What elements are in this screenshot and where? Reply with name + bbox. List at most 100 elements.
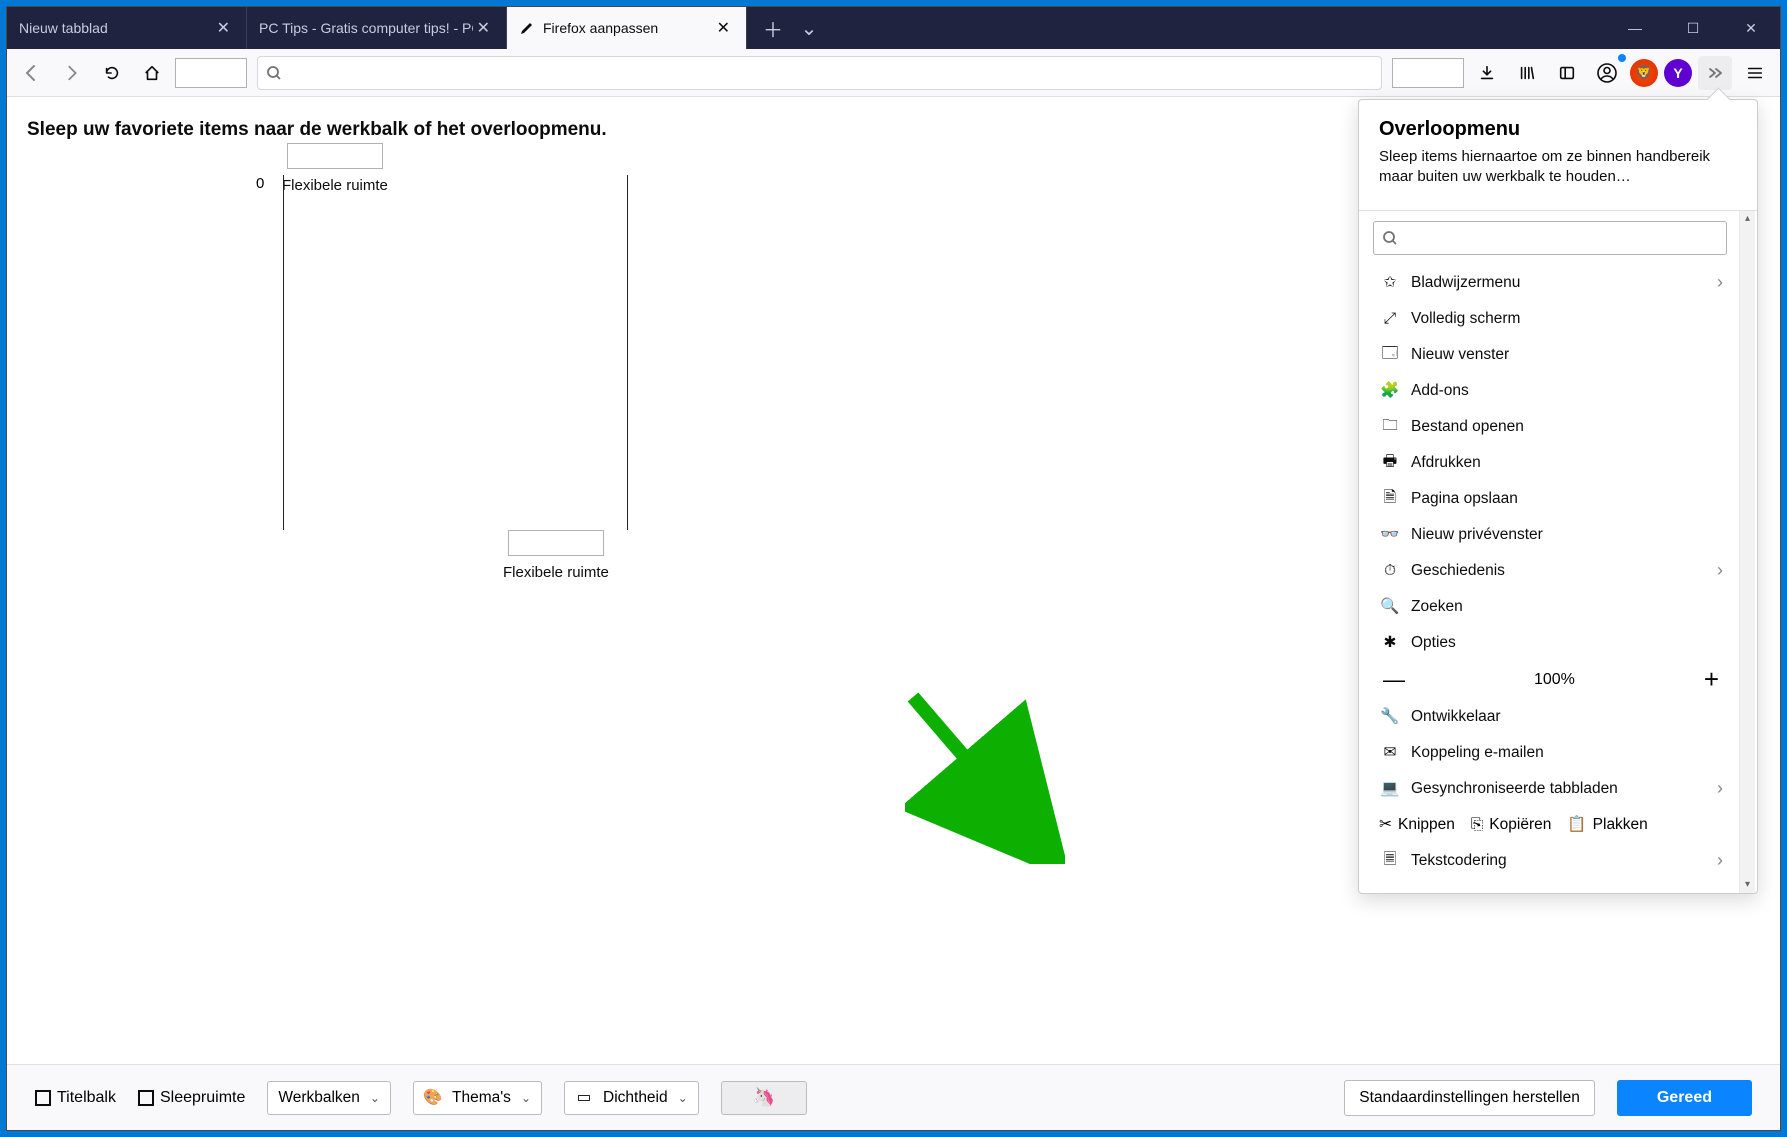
window-close[interactable]: ✕ [1722,7,1780,49]
item-label: Koppeling e-mailen [1411,744,1544,762]
item-label: Kopiëren [1489,816,1551,834]
scroll-up-icon[interactable]: ▴ [1740,211,1755,227]
item-search[interactable]: 🔍Zoeken [1373,589,1729,625]
overflow-title: Overloopmenu [1379,118,1737,141]
window-maximize[interactable]: ☐ [1664,7,1722,49]
done-button[interactable]: Gereed [1617,1080,1752,1116]
button-label: Gereed [1657,1089,1712,1107]
search-icon [266,65,282,81]
overflow-search[interactable] [1373,221,1727,255]
zoom-in-button[interactable]: + [1704,664,1719,695]
copy-button[interactable]: ⎘ Kopiëren [1471,816,1551,834]
search-icon [1382,230,1398,246]
tab-strip: Nieuw tabblad ✕ PC Tips - Gratis compute… [7,7,1780,49]
select-label: Dichtheid [603,1089,668,1107]
item-label: Knippen [1398,816,1455,834]
dragspace-checkbox[interactable]: Sleepruimte [138,1089,245,1107]
library-button[interactable] [1510,56,1544,90]
browser-window: Nieuw tabblad ✕ PC Tips - Gratis compute… [6,6,1781,1131]
item-bookmarks-menu[interactable]: ✩Bladwijzermenu› [1373,265,1729,301]
flex-space-slot-right[interactable] [1392,58,1464,88]
divider-line [627,175,628,530]
themes-select[interactable]: 🎨 Thema's ⌄ [413,1081,542,1115]
tab-label: PC Tips - Gratis computer tips! - PC [259,20,473,36]
restore-defaults-button[interactable]: Standaardinstellingen herstellen [1344,1080,1595,1116]
tab-pctips[interactable]: PC Tips - Gratis computer tips! - PC ✕ [247,7,507,49]
reload-button[interactable] [95,56,129,90]
item-developer[interactable]: 🔧Ontwikkelaar [1373,699,1729,735]
url-bar[interactable] [257,56,1382,90]
item-new-window[interactable]: 🗔Nieuw venster [1373,337,1729,373]
item-label: Bestand openen [1411,418,1524,436]
item-label: Pagina opslaan [1411,490,1518,508]
account-button[interactable] [1590,56,1624,90]
zoom-out-button[interactable]: — [1383,667,1405,693]
flex-space-slot-left[interactable] [175,58,247,88]
flex-space-box [508,530,604,556]
flex-space-item-1[interactable]: Flexibele ruimte [282,143,388,194]
toolbars-select[interactable]: Werkbalken ⌄ [267,1081,391,1115]
search-icon: 🔍 [1379,597,1401,616]
downloads-button[interactable] [1470,56,1504,90]
forward-button[interactable] [55,56,89,90]
extension-yahoo-icon[interactable]: Y [1664,59,1692,87]
close-icon[interactable]: ✕ [213,18,234,38]
item-open-file[interactable]: 🗀Bestand openen [1373,409,1729,445]
scrollbar[interactable]: ▴ ▾ [1739,211,1755,893]
window-minimize[interactable]: — [1606,7,1664,49]
titlebar-checkbox[interactable]: Titelbalk [35,1089,116,1107]
item-addons[interactable]: 🧩 Add-ons [1373,373,1729,409]
whimsy-button[interactable]: 🦄 [721,1081,807,1115]
chevron-down-icon: ⌄ [521,1091,531,1105]
chevron-down-icon: ⌄ [370,1091,380,1105]
synced-icon: 💻 [1379,779,1401,798]
item-email-link[interactable]: ✉ Koppeling e-mailen [1373,735,1729,771]
home-button[interactable] [135,56,169,90]
item-history[interactable]: ⏱Geschiedenis› [1373,553,1729,589]
item-label: Volledig scherm [1411,310,1520,328]
overflow-items: ✩Bladwijzermenu› ⤢ Volledig scherm 🗔Nieuw… [1373,265,1729,661]
flex-space-item-2[interactable]: Flexibele ruimte [503,530,609,581]
copy-icon: ⎘ [1471,816,1483,834]
extension-brave-icon[interactable]: 🦁 [1630,59,1658,87]
history-icon: ⏱ [1379,562,1401,580]
close-icon[interactable]: ✕ [713,18,734,38]
item-fullscreen[interactable]: ⤢ Volledig scherm [1373,301,1729,337]
fullscreen-icon: ⤢ [1379,310,1401,328]
paste-icon: 📋 [1567,815,1586,834]
checkbox-label: Sleepruimte [160,1089,245,1107]
density-select[interactable]: ▭ Dichtheid ⌄ [564,1081,699,1115]
email-icon: ✉ [1379,743,1401,762]
item-label: Add-ons [1411,382,1469,400]
item-save-page[interactable]: 🗎Pagina opslaan [1373,481,1729,517]
overflow-button[interactable] [1698,56,1732,90]
item-synced-tabs[interactable]: 💻Gesynchroniseerde tabbladen› [1373,771,1729,807]
flex-space-label: Flexibele ruimte [503,564,609,581]
print-icon: 🖶 [1379,449,1401,476]
tab-customize[interactable]: Firefox aanpassen ✕ [507,7,747,49]
flex-space-label: Flexibele ruimte [282,177,388,194]
scroll-down-icon[interactable]: ▾ [1740,877,1755,893]
zoom-controls: — 100% + [1373,661,1729,699]
close-icon[interactable]: ✕ [473,18,494,38]
paste-button[interactable]: 📋Plakken [1567,815,1647,834]
sidebar-button[interactable] [1550,56,1584,90]
item-label: Bladwijzermenu [1411,274,1520,292]
item-label: Nieuw privévenster [1411,526,1543,544]
item-label: Opties [1411,634,1456,652]
item-text-encoding[interactable]: 🗏Tekstcodering› [1373,843,1729,879]
cut-button[interactable]: ✂ Knippen [1379,815,1455,834]
new-tab-button[interactable]: ＋ [755,7,791,49]
chevron-down-icon: ⌄ [678,1091,688,1105]
item-print[interactable]: 🖶Afdrukken [1373,445,1729,481]
addons-icon: 🧩 [1379,381,1401,400]
item-options[interactable]: ✱Opties [1373,625,1729,661]
checkbox-icon [138,1090,154,1106]
cut-icon: ✂ [1379,815,1392,834]
hamburger-menu[interactable] [1738,56,1772,90]
item-private-window[interactable]: 👓Nieuw privévenster [1373,517,1729,553]
tabs-dropdown-icon[interactable]: ⌄ [791,7,827,49]
tab-label: Firefox aanpassen [543,20,713,36]
tab-new[interactable]: Nieuw tabblad ✕ [7,7,247,49]
back-button[interactable] [15,56,49,90]
